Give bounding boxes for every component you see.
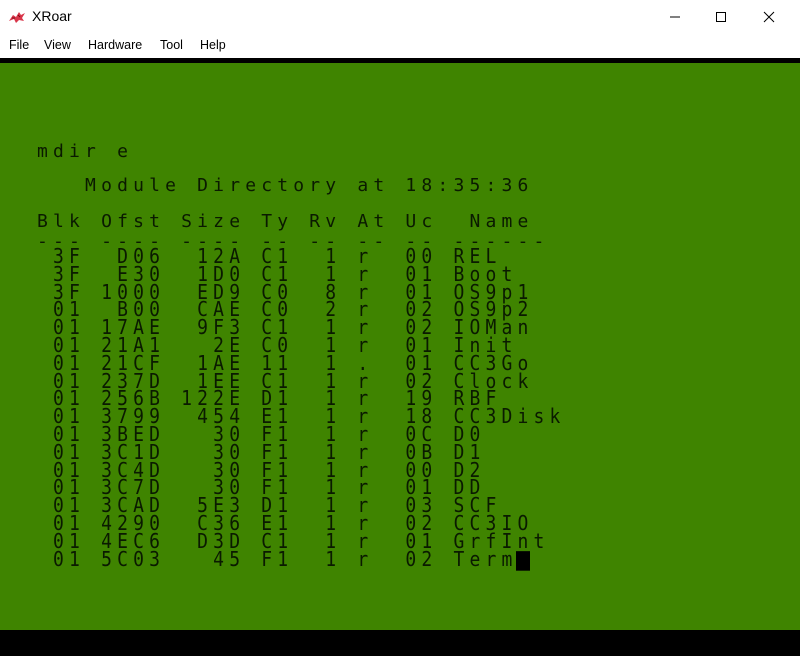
column-headers: Blk Ofst Size Ty Rv At Uc Name: [37, 211, 534, 232]
menu-view[interactable]: View: [44, 38, 71, 52]
screen-border-bottom: [0, 630, 800, 656]
menu-tool[interactable]: Tool: [160, 38, 183, 52]
title-bar[interactable]: XRoar: [0, 0, 800, 34]
minimize-icon: [670, 16, 680, 18]
menu-help[interactable]: Help: [200, 38, 226, 52]
menu-file[interactable]: File: [9, 38, 29, 52]
command-line: mdir e: [37, 141, 134, 162]
menu-bar: File View Hardware Tool Help: [0, 34, 800, 58]
directory-title: Module Directory at 18:35:36: [37, 175, 534, 196]
window-title: XRoar: [32, 8, 72, 24]
xroar-window: XRoar File View Hardware Tool Help mdir …: [0, 0, 800, 656]
module-row-text: 01 5C03 45 F1 1 r 02 Term: [37, 547, 518, 572]
text-cursor: [515, 550, 530, 571]
maximize-button[interactable]: [698, 0, 744, 34]
close-button[interactable]: [746, 0, 792, 34]
menu-hardware[interactable]: Hardware: [88, 38, 142, 52]
xroar-dragon-icon: [8, 9, 26, 25]
maximize-icon: [716, 12, 726, 22]
emulator-screen[interactable]: mdir e Module Directory at 18:35:36 Blk …: [0, 63, 800, 630]
minimize-button[interactable]: [652, 0, 698, 34]
module-row: 01 5C03 45 F1 1 r 02 Term: [37, 547, 530, 572]
close-icon: [763, 11, 775, 23]
